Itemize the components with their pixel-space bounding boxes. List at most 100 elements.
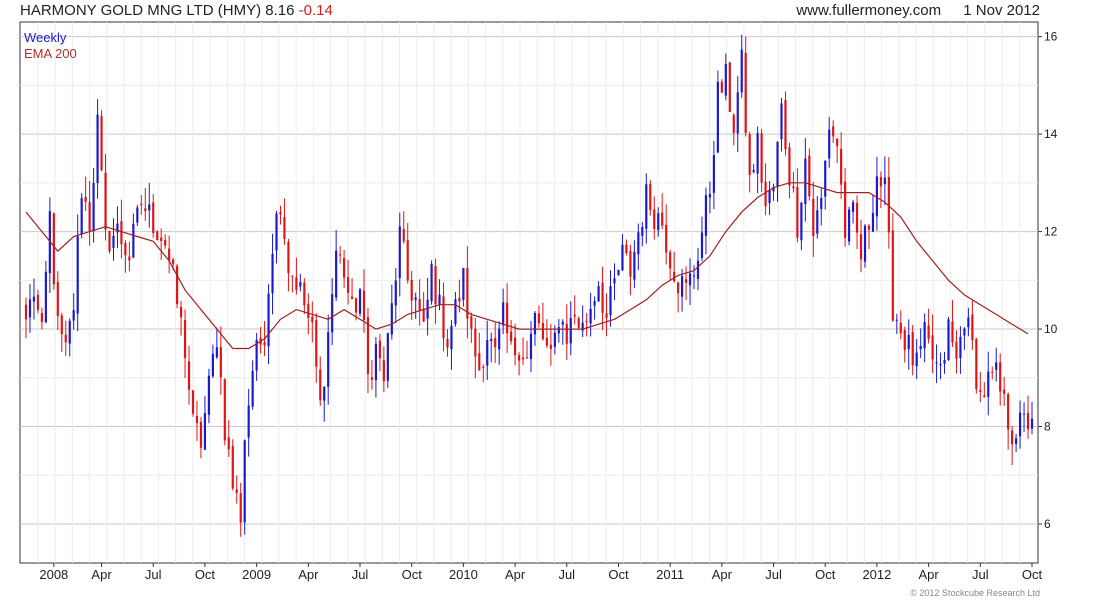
candle-down xyxy=(788,147,791,186)
candle-up xyxy=(708,194,712,198)
candle-up xyxy=(553,332,556,347)
candle-down xyxy=(673,271,676,282)
candle-down xyxy=(537,313,541,324)
candle-down xyxy=(482,367,485,369)
candle-down xyxy=(160,237,163,242)
x-tick-label: Apr xyxy=(712,567,733,582)
candle-up xyxy=(724,63,727,96)
x-tick-label: Jul xyxy=(352,567,369,582)
candle-down xyxy=(510,331,513,342)
candlestick-chart: 6 8 10 12 14 16 2008 Apr Jul Oct 2009 Apr Jul Oct 2010… xyxy=(19,21,1058,582)
candle-down xyxy=(223,379,226,441)
candle-down xyxy=(339,254,342,256)
candle-down xyxy=(665,224,668,253)
x-tick-label: Apr xyxy=(91,567,112,582)
candle-down xyxy=(955,341,958,359)
candle-down xyxy=(164,239,167,246)
candle-down xyxy=(128,256,131,261)
candle-down xyxy=(601,282,604,313)
candle-up xyxy=(609,286,612,316)
candle-down xyxy=(104,172,107,230)
plot-area xyxy=(19,21,1039,564)
candle-down xyxy=(382,360,385,382)
candle-up xyxy=(1018,412,1022,437)
candle-up xyxy=(374,343,378,381)
candle-down xyxy=(808,155,811,197)
candle-down xyxy=(343,258,346,278)
candle-up xyxy=(323,386,326,401)
candle-down xyxy=(402,229,405,242)
candle-down xyxy=(494,338,497,348)
candle-up xyxy=(923,322,926,349)
candle-up xyxy=(28,299,32,318)
candle-down xyxy=(263,342,266,346)
candle-up xyxy=(637,232,640,255)
candle-down xyxy=(470,316,473,329)
x-tick-label: Apr xyxy=(918,567,939,582)
candle-up xyxy=(462,268,465,300)
candle-up xyxy=(847,209,851,242)
candle-up xyxy=(736,92,739,134)
candle-down xyxy=(120,221,123,245)
candle-up xyxy=(680,275,684,297)
candle-down xyxy=(140,203,143,206)
candle-up xyxy=(490,339,493,342)
candle-down xyxy=(418,299,421,311)
candle-down xyxy=(179,307,183,318)
candle-down xyxy=(219,347,222,378)
candle-down xyxy=(653,209,656,229)
candle-down xyxy=(156,231,159,240)
candle-down xyxy=(362,290,366,321)
candle-up xyxy=(863,225,867,262)
x-tick-label: Jul xyxy=(765,567,782,582)
candle-down xyxy=(840,148,843,185)
candle-down xyxy=(283,217,286,239)
candle-down xyxy=(199,421,203,448)
candle-down xyxy=(40,312,43,322)
candle-up xyxy=(800,202,803,241)
x-tick-label: Oct xyxy=(815,567,836,582)
candle-up xyxy=(959,336,962,358)
candle-down xyxy=(191,390,195,414)
x-tick-label: 2011 xyxy=(656,567,684,582)
candle-up xyxy=(247,405,250,438)
candle-down xyxy=(991,371,994,373)
candle-down xyxy=(1003,389,1006,394)
candle-up xyxy=(756,132,759,174)
candle-up xyxy=(72,310,75,321)
candle-down xyxy=(1011,430,1014,445)
candle-up xyxy=(641,226,644,236)
candle-up xyxy=(438,294,441,306)
candle-down xyxy=(311,316,314,323)
candle-down xyxy=(983,395,986,398)
x-tick-label: 2010 xyxy=(449,567,478,582)
candle-up xyxy=(394,280,397,306)
x-tick-label: 2009 xyxy=(242,567,271,582)
candle-down xyxy=(720,81,723,93)
candle-up xyxy=(633,251,636,280)
candle-down xyxy=(227,437,230,450)
candle-up xyxy=(939,364,942,366)
candle-down xyxy=(812,198,815,237)
candle-down xyxy=(36,294,40,310)
candle-down xyxy=(836,138,839,147)
candle-up xyxy=(704,195,708,236)
candle-down xyxy=(951,321,954,343)
legend-weekly: Weekly xyxy=(24,30,67,45)
candle-up xyxy=(390,303,393,335)
candle-down xyxy=(168,248,171,261)
candle-down xyxy=(513,337,517,356)
candle-down xyxy=(350,296,354,299)
candle-up xyxy=(68,320,71,344)
x-tick-label: Oct xyxy=(402,567,423,582)
candle-up xyxy=(132,223,135,258)
candle-up xyxy=(76,236,79,314)
candle-down xyxy=(792,186,795,189)
candle-up xyxy=(557,327,560,334)
candle-up xyxy=(776,142,779,188)
candle-up xyxy=(529,333,533,359)
y-tick-label: 12 xyxy=(1044,225,1058,239)
x-tick-label: Apr xyxy=(505,567,526,582)
candle-down xyxy=(625,244,628,254)
candle-down xyxy=(844,181,847,238)
